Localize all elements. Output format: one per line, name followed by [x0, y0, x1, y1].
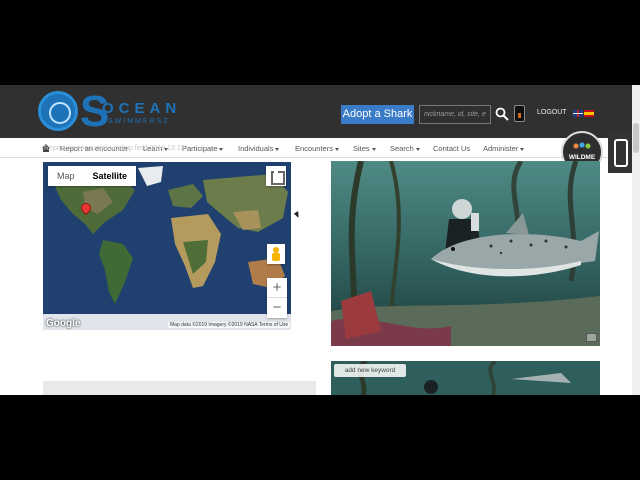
english-flag-icon[interactable] [573, 110, 583, 117]
logout-link[interactable]: LOGOUT [537, 109, 567, 116]
nav-contact-us[interactable]: Contact Us [433, 144, 470, 153]
nav-search[interactable]: Search [390, 144, 420, 153]
logo-sub: SWIMMERSZ [108, 118, 170, 125]
gallery-menu-icon[interactable] [586, 333, 597, 342]
logo-globe-icon [38, 91, 78, 131]
google-logo: Google [46, 318, 81, 329]
logo-word: OCEAN [102, 100, 182, 117]
side-panel-icon[interactable] [608, 131, 632, 173]
site-logo[interactable]: S OCEAN SWIMMERSZ [38, 87, 182, 136]
nav-participate[interactable]: Participate [182, 144, 224, 153]
scrollbar-thumb[interactable] [633, 123, 639, 153]
shark-diver-photo [331, 161, 600, 346]
search-input[interactable] [419, 105, 491, 124]
info-panel [43, 381, 316, 395]
zoom-in-button[interactable]: + [267, 278, 287, 298]
chevron-down-icon [219, 147, 224, 151]
chevron-down-icon [520, 147, 525, 151]
satellite-imagery [43, 162, 291, 330]
adopt-a-shark-button[interactable]: Adopt a Shark [341, 105, 414, 124]
chevron-down-icon [275, 147, 280, 151]
tab-map[interactable]: Map [48, 166, 84, 186]
mobile-app-icon[interactable] [514, 105, 525, 122]
nav-encounters[interactable]: Encounters [295, 144, 339, 153]
ghost-overlay-text: Report an encounter Lookup field 2019 13… [44, 145, 185, 152]
wildme-logo-icon [573, 141, 591, 151]
zoom-out-button[interactable]: − [267, 298, 287, 318]
tab-satellite[interactable]: Satellite [84, 166, 137, 186]
page-scrollbar[interactable] [632, 85, 640, 395]
zoom-control: + − [267, 278, 287, 318]
browser-viewport: S OCEAN SWIMMERSZ Adopt a Shark LOGOUT R… [0, 85, 640, 395]
spanish-flag-icon[interactable] [584, 110, 594, 117]
mouse-cursor-icon [293, 211, 302, 219]
search-icon[interactable] [495, 107, 509, 121]
chevron-down-icon [334, 147, 339, 151]
street-view-pegman-icon[interactable] [267, 244, 285, 264]
site-header: S OCEAN SWIMMERSZ Adopt a Shark LOGOUT [0, 85, 632, 138]
map-type-tabs: Map Satellite [48, 166, 137, 186]
chevron-down-icon [415, 147, 420, 151]
nav-sites[interactable]: Sites [353, 144, 376, 153]
nav-administer[interactable]: Administer [483, 144, 525, 153]
map-attribution[interactable]: Map data ©2019 Imagery ©2019 NASA Terms … [168, 322, 291, 328]
chevron-down-icon [371, 147, 376, 151]
wildme-label: WILDME [568, 154, 596, 161]
encounter-photo[interactable] [331, 161, 600, 346]
encounter-map[interactable]: Map Satellite + − Google Map data ©2019 … [43, 162, 291, 330]
nav-individuals[interactable]: Individuals [238, 144, 280, 153]
fullscreen-icon[interactable] [266, 166, 286, 186]
add-keyword-button[interactable]: add new keyword [334, 364, 406, 377]
